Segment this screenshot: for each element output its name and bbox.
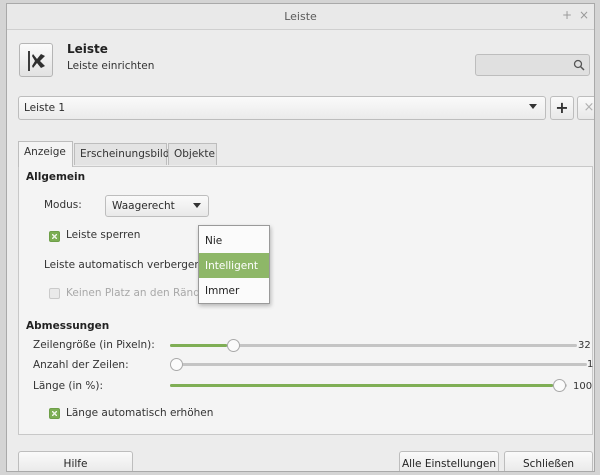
panel-dropdown-value: Leiste 1 xyxy=(24,102,66,114)
autohide-dropdown-menu: Nie Intelligent Immer xyxy=(198,225,270,304)
section-heading-general: Allgemein xyxy=(26,171,86,183)
row-size-slider-handle[interactable] xyxy=(226,339,240,352)
close-window-button[interactable]: × xyxy=(577,8,591,22)
chevron-down-icon xyxy=(529,104,537,109)
mode-label: Modus: xyxy=(44,199,82,211)
settings-window: Leiste + × Leiste Leiste einrichten Leis… xyxy=(6,3,595,472)
tab-label: Anzeige xyxy=(24,146,66,158)
length-slider-handle[interactable] xyxy=(553,379,566,392)
lock-panel-label: Leiste sperren xyxy=(66,229,141,241)
menu-item-nie[interactable]: Nie xyxy=(199,228,269,253)
row-size-label: Zeilengröße (in Pixeln): xyxy=(33,339,155,351)
all-settings-button[interactable]: Alle Einstellungen xyxy=(399,451,499,471)
mode-dropdown[interactable]: Waagerecht xyxy=(105,195,209,217)
reserve-space-checkbox[interactable] xyxy=(49,288,60,299)
page-title: Leiste xyxy=(67,42,108,56)
chevron-down-icon xyxy=(193,203,201,208)
panel-settings-icon xyxy=(19,43,53,77)
length-fill xyxy=(170,384,553,387)
remove-panel-button[interactable]: × xyxy=(577,96,594,120)
auto-length-checkbox[interactable] xyxy=(49,408,60,419)
window-title: Leiste xyxy=(284,10,317,23)
rows-label: Anzahl der Zeilen: xyxy=(33,359,129,371)
rows-slider-handle[interactable] xyxy=(170,358,183,371)
pin-button[interactable]: + xyxy=(560,8,574,22)
menu-item-immer[interactable]: Immer xyxy=(199,278,269,303)
panel-dropdown[interactable]: Leiste 1 xyxy=(18,96,546,120)
length-label: Länge (in %): xyxy=(33,380,104,392)
length-value: 100 xyxy=(573,381,593,392)
add-panel-button[interactable]: + xyxy=(550,96,574,120)
close-button[interactable]: Schließen xyxy=(504,451,593,471)
tab-label: Erscheinungsbild xyxy=(80,148,170,160)
titlebar: Leiste + × xyxy=(7,4,594,30)
autohide-label: Leiste automatisch verbergen: xyxy=(44,259,205,271)
row-size-fill xyxy=(170,344,227,347)
row-size-value: 32 xyxy=(578,340,591,351)
page-subtitle: Leiste einrichten xyxy=(67,60,155,72)
reserve-space-label: Keinen Platz an den Rändern xyxy=(66,287,218,299)
tab-label: Objekte xyxy=(174,148,215,160)
mode-dropdown-value: Waagerecht xyxy=(112,200,175,212)
tab-anzeige[interactable]: Anzeige xyxy=(18,141,73,167)
section-heading-dimensions: Abmessungen xyxy=(26,320,110,332)
menu-item-intelligent[interactable]: Intelligent xyxy=(199,253,269,278)
help-button[interactable]: Hilfe xyxy=(18,451,133,471)
rows-value: 1 xyxy=(587,359,594,370)
search-input[interactable] xyxy=(475,54,590,76)
tab-objekte[interactable]: Objekte xyxy=(168,143,217,165)
lock-panel-checkbox[interactable] xyxy=(49,231,60,242)
rows-track xyxy=(170,363,587,366)
auto-length-label: Länge automatisch erhöhen xyxy=(66,407,214,419)
tab-erscheinungsbild[interactable]: Erscheinungsbild xyxy=(74,143,170,165)
search-icon xyxy=(573,59,585,74)
tab-content: Allgemein Modus: Waagerecht Leiste sperr… xyxy=(18,166,593,435)
